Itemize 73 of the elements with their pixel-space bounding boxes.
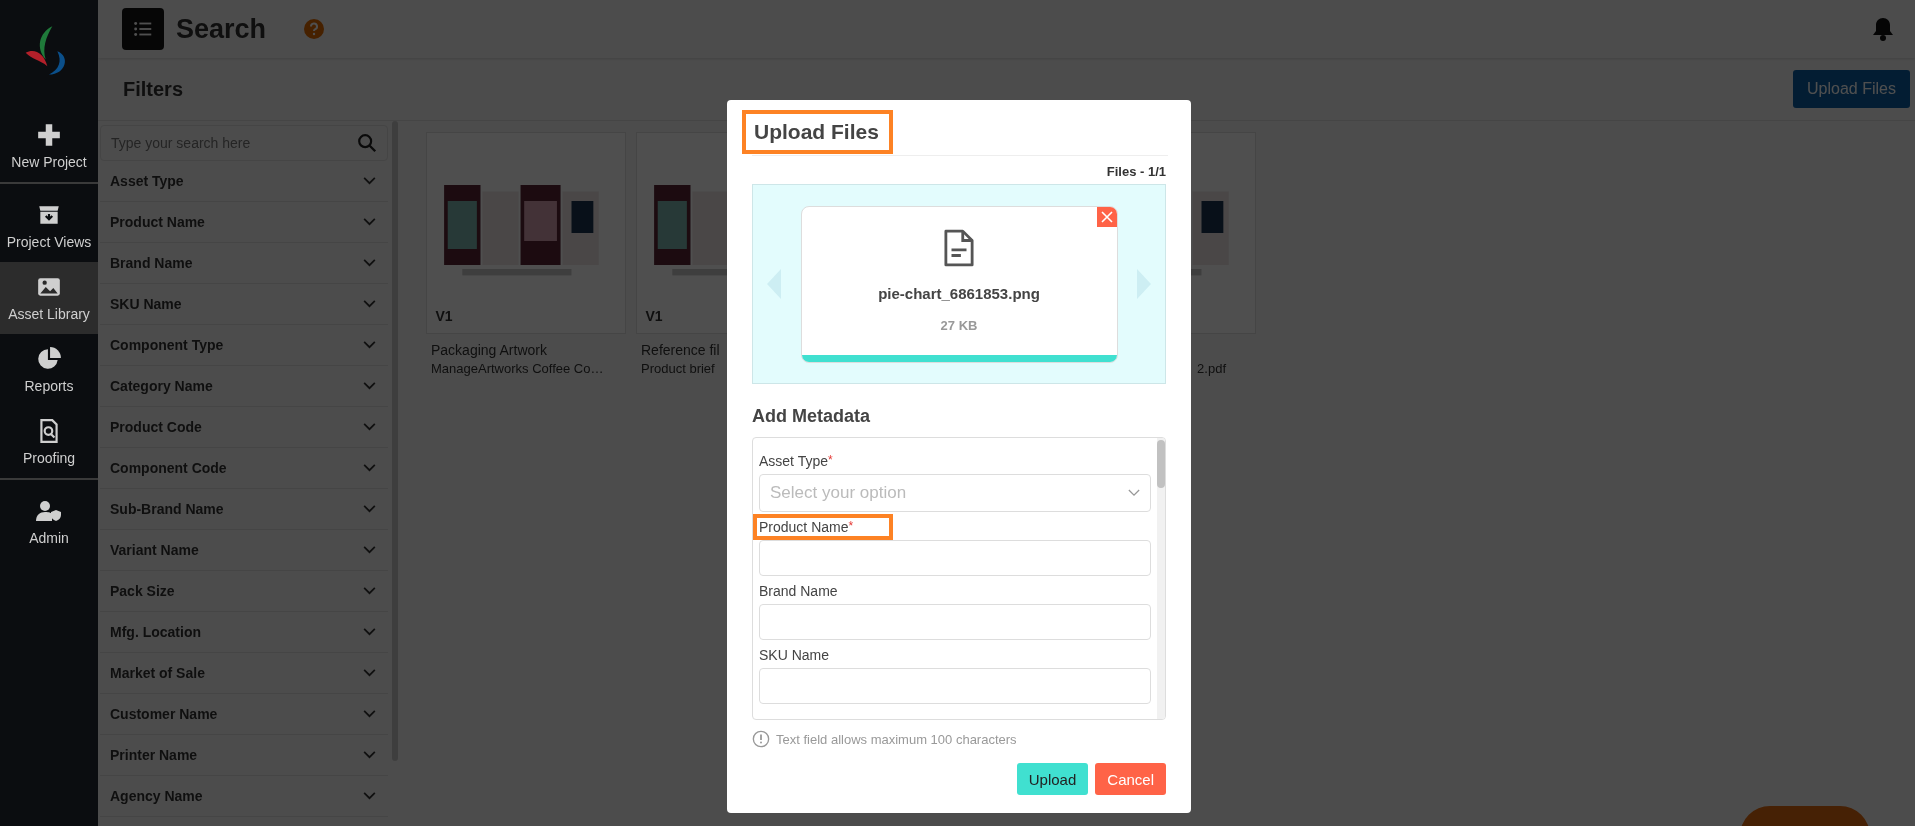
search-icon [356, 132, 378, 154]
chevron-down-icon [363, 423, 376, 431]
file-count: Files - 1/1 [1105, 164, 1166, 179]
pie-chart-icon [36, 346, 62, 372]
cancel-button[interactable]: Cancel [1095, 763, 1166, 795]
dialog-title: Upload Files [742, 110, 893, 154]
character-limit-note: Text field allows maximum 100 characters [776, 731, 1017, 747]
help-icon[interactable] [304, 19, 325, 39]
page-title: Search [176, 13, 267, 45]
input-field[interactable] [759, 668, 1151, 704]
filter-dropdown[interactable]: Pack Size [100, 571, 388, 612]
filter-dropdown[interactable]: Market of Sale [100, 653, 388, 694]
input-field[interactable] [759, 540, 1151, 576]
filter-dropdown[interactable]: Product Name [100, 202, 388, 243]
asset-title: Reference fil [641, 342, 721, 358]
chevron-down-icon [363, 546, 376, 554]
section-title: Add Metadata [752, 406, 871, 427]
chevron-down-icon [363, 464, 376, 472]
chevron-down-icon [363, 792, 376, 800]
asset-type-select[interactable]: Select your option [759, 474, 1151, 512]
filter-dropdown[interactable]: Category Name [100, 366, 388, 407]
filter-dropdown[interactable]: Customer Name [100, 694, 388, 735]
chevron-down-icon [363, 505, 376, 513]
field-label: Brand Name [758, 582, 839, 601]
filter-dropdown[interactable]: Component Type [100, 325, 388, 366]
info-icon [752, 730, 770, 748]
chevron-down-icon [363, 710, 376, 718]
nav-item[interactable]: Reports [0, 334, 98, 406]
chevron-down-icon [1128, 489, 1140, 497]
filter-dropdown[interactable]: Product Code [100, 407, 388, 448]
file-size: 27 KB [940, 317, 978, 333]
nav-item[interactable]: Proofing [0, 406, 98, 480]
upload-button[interactable]: Upload [1016, 763, 1089, 795]
chevron-down-icon [363, 300, 376, 308]
nav-item[interactable]: Admin [0, 486, 98, 558]
filter-dropdown[interactable]: SKU Name [100, 284, 388, 325]
filter-dropdown[interactable]: Brand Name [100, 243, 388, 284]
upload-files-button[interactable]: Upload Files [1793, 70, 1910, 108]
chevron-down-icon [363, 751, 376, 759]
chevron-down-icon [363, 177, 376, 185]
chevron-down-icon [363, 628, 376, 636]
user-shield-icon [36, 498, 62, 524]
chevron-down-icon [363, 341, 376, 349]
asset-description: ManageArtworks Coffee Co… [431, 361, 605, 376]
chevron-down-icon [363, 259, 376, 267]
document-icon [944, 228, 974, 267]
asset-card[interactable]: V1 [426, 132, 626, 334]
chevron-down-icon [363, 669, 376, 677]
plus-icon [36, 122, 62, 148]
asset-description: 2.pdf [1197, 361, 1226, 376]
filter-dropdown[interactable]: Printer Name [100, 735, 388, 776]
field-label: SKU Name [758, 646, 831, 665]
scrollbar[interactable] [1157, 440, 1165, 488]
chevron-down-icon [363, 587, 376, 595]
filter-dropdown[interactable]: Component Code [100, 448, 388, 489]
chevron-down-icon [363, 218, 376, 226]
menu-button[interactable] [122, 8, 164, 50]
filter-dropdown[interactable]: Asset Type [100, 161, 388, 202]
asset-description: Product brief [641, 361, 716, 376]
filter-dropdown[interactable]: Agency Name [100, 776, 388, 817]
nav-item[interactable]: Asset Library [0, 262, 98, 334]
chevron-down-icon [363, 382, 376, 390]
filters-title: Filters [123, 77, 184, 101]
input-field[interactable] [759, 604, 1151, 640]
filter-dropdown[interactable]: Mfg. Location [100, 612, 388, 653]
file-name: pie-chart_6861853.png [878, 284, 1040, 302]
asset-title: Packaging Artwork [431, 342, 548, 358]
nav-item[interactable]: New Project [0, 110, 98, 184]
nav-item[interactable]: Project Views [0, 190, 98, 262]
filter-dropdown[interactable]: Variant Name [100, 530, 388, 571]
notification-bell-icon[interactable] [1871, 16, 1895, 42]
remove-button[interactable] [1096, 206, 1117, 227]
filter-dropdown[interactable]: Sub-Brand Name [100, 489, 388, 530]
